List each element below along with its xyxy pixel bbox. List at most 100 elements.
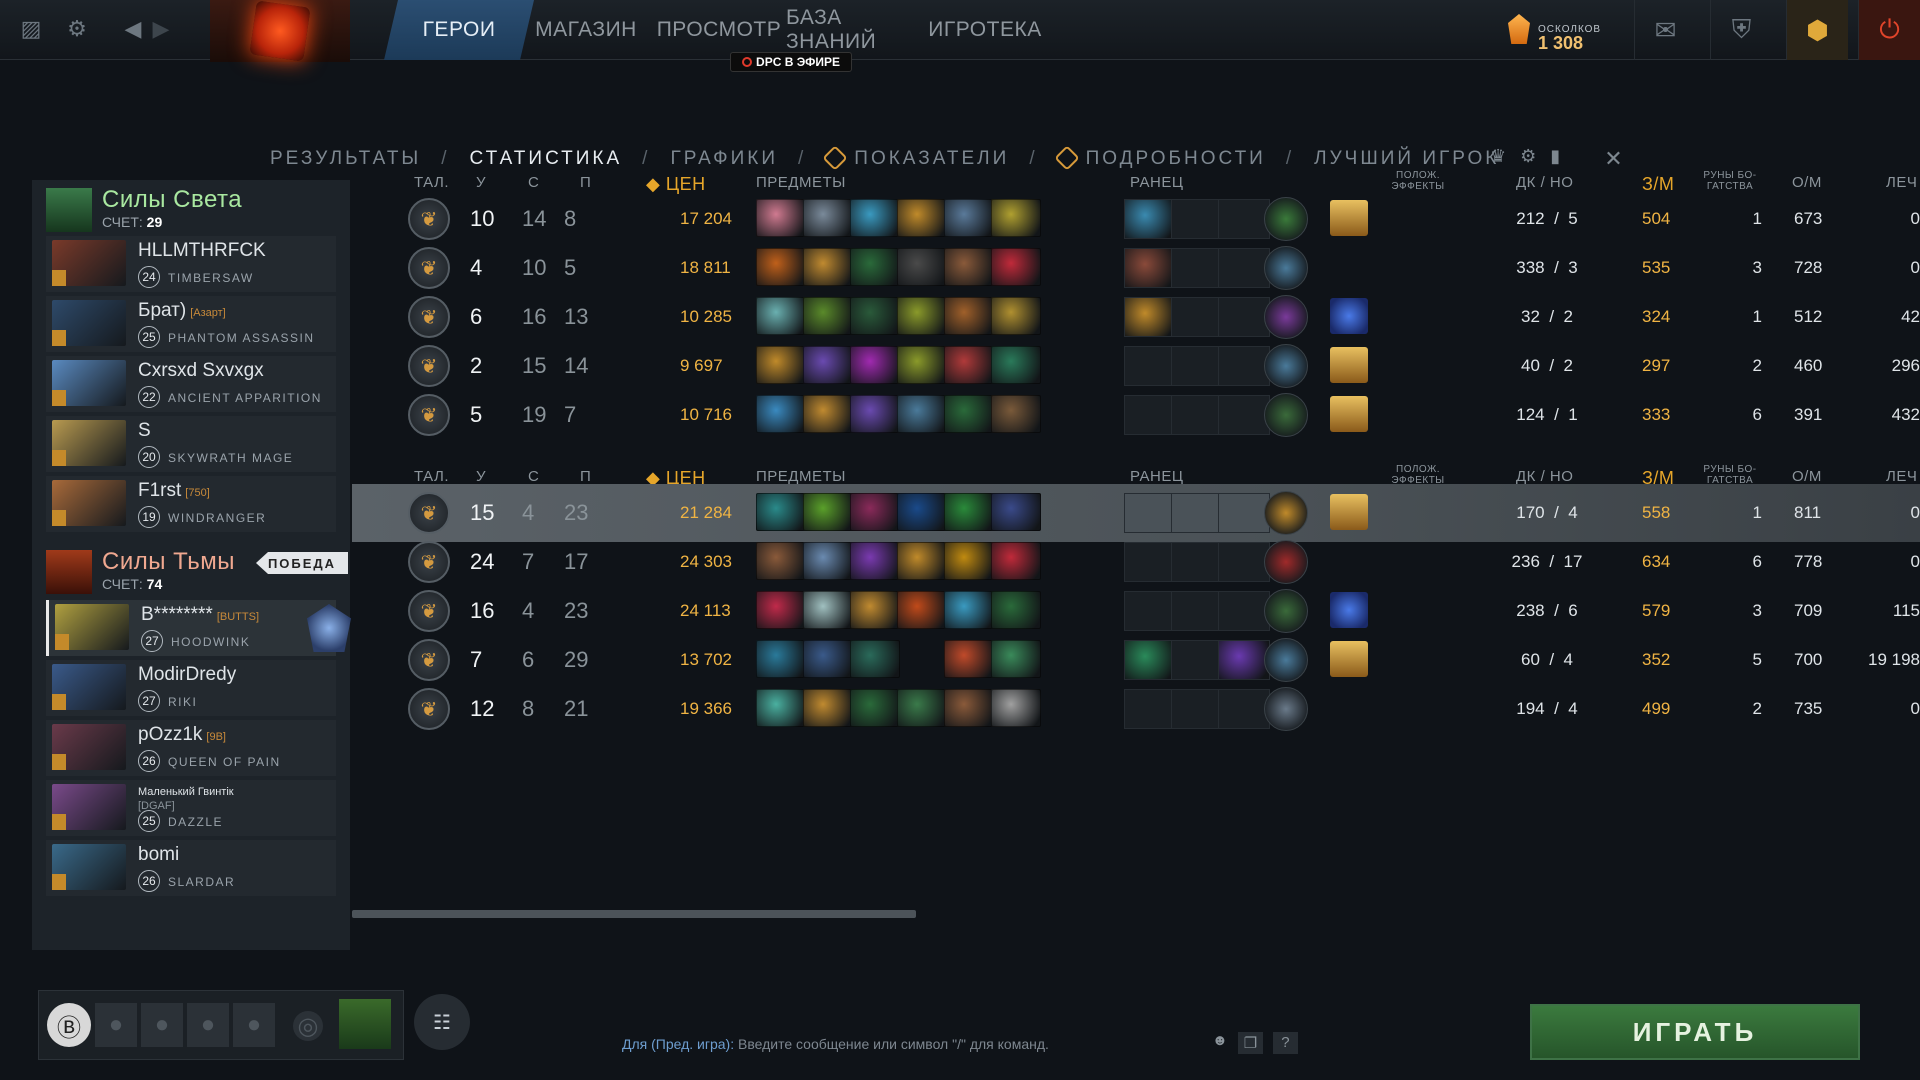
- party-slot-empty[interactable]: ●: [233, 1003, 275, 1047]
- dota-plus-icon[interactable]: ▨: [14, 12, 48, 46]
- item-icon[interactable]: [803, 689, 853, 727]
- item-icon[interactable]: [944, 346, 994, 384]
- subtab[interactable]: СТАТИСТИКА: [464, 148, 629, 170]
- item-icon[interactable]: [803, 542, 853, 580]
- mail-button[interactable]: ✉: [1634, 0, 1696, 60]
- item-icon[interactable]: [850, 199, 900, 237]
- item-icon[interactable]: [991, 640, 1041, 678]
- player-row[interactable]: B******** [BUTTS] 27 HOODWINK: [46, 600, 351, 656]
- item-icon[interactable]: [991, 689, 1041, 727]
- neutral-item-icon[interactable]: [1264, 491, 1308, 535]
- neutral-item-icon[interactable]: [1264, 540, 1308, 584]
- settings-icon[interactable]: ⚙: [1520, 146, 1536, 172]
- item-icon[interactable]: [803, 493, 853, 531]
- bruins-avatar[interactable]: Ⓑ: [47, 1003, 91, 1047]
- settings-gear-icon[interactable]: ⚙: [60, 12, 94, 46]
- nav-tab[interactable]: БАЗА ЗНАНИЙ: [786, 0, 920, 60]
- backpack-item-icon[interactable]: [1124, 297, 1176, 337]
- backpack-slot[interactable]: [1171, 395, 1223, 435]
- item-icon[interactable]: [991, 395, 1041, 433]
- backpack-slot[interactable]: [1171, 346, 1223, 386]
- subtab[interactable]: ПОДРОБНОСТИ: [1052, 145, 1272, 171]
- backpack-slot[interactable]: [1124, 689, 1176, 729]
- item-icon[interactable]: [803, 640, 853, 678]
- talent-tree-icon[interactable]: ❦: [408, 296, 450, 338]
- backpack-slot[interactable]: [1124, 395, 1176, 435]
- item-icon[interactable]: [897, 395, 947, 433]
- neutral-item-icon[interactable]: [1264, 344, 1308, 388]
- neutral-item-icon[interactable]: [1264, 246, 1308, 290]
- backpack-item-icon[interactable]: [1124, 248, 1176, 288]
- backpack-slot[interactable]: [1171, 542, 1223, 582]
- forward-arrow-icon[interactable]: ▶: [144, 12, 178, 46]
- item-icon[interactable]: [991, 542, 1041, 580]
- item-icon[interactable]: [944, 199, 994, 237]
- item-icon[interactable]: [756, 346, 806, 384]
- player-row[interactable]: pOzz1k [9B] 26 QUEEN OF PAIN: [46, 720, 336, 776]
- talent-tree-icon[interactable]: ❦: [408, 345, 450, 387]
- player-row[interactable]: Маленький Гвинтік [DGAF] 25 DAZZLE: [46, 780, 336, 836]
- item-icon[interactable]: [850, 542, 900, 580]
- neutral-item-icon[interactable]: [1264, 197, 1308, 241]
- backpack-slot[interactable]: [1218, 591, 1270, 631]
- item-icon[interactable]: [944, 591, 994, 629]
- item-icon[interactable]: [991, 199, 1041, 237]
- item-icon[interactable]: [944, 297, 994, 335]
- item-icon[interactable]: [803, 346, 853, 384]
- subtab[interactable]: РЕЗУЛЬТАТЫ: [264, 148, 427, 170]
- item-icon[interactable]: [897, 346, 947, 384]
- item-icon[interactable]: [850, 346, 900, 384]
- play-button[interactable]: ИГРАТЬ: [1530, 1004, 1860, 1060]
- subtab[interactable]: ЛУЧШИЙ ИГРОК: [1308, 148, 1505, 170]
- chat-input[interactable]: Для (Пред. игра): Введите сообщение или …: [622, 1036, 1049, 1052]
- player-row[interactable]: bomi 26 SLARDAR: [46, 840, 336, 896]
- aghanims-scepter-icon[interactable]: [1330, 347, 1368, 383]
- item-icon[interactable]: [803, 395, 853, 433]
- horizontal-scrollbar[interactable]: [352, 910, 916, 918]
- backpack-slot[interactable]: [1218, 346, 1270, 386]
- armory-button[interactable]: ⛨: [1710, 0, 1772, 60]
- item-icon[interactable]: [897, 248, 947, 286]
- backpack-slot[interactable]: [1218, 689, 1270, 729]
- backpack-slot[interactable]: [1171, 640, 1223, 680]
- backpack-slot[interactable]: [1124, 591, 1176, 631]
- item-icon[interactable]: [803, 248, 853, 286]
- neutral-item-icon[interactable]: [1264, 295, 1308, 339]
- window-icon[interactable]: ❐: [1237, 1032, 1264, 1054]
- talent-tree-icon[interactable]: ❦: [408, 688, 450, 730]
- aghanims-scepter-icon[interactable]: [1330, 494, 1368, 530]
- backpack-slot[interactable]: [1171, 689, 1223, 729]
- item-icon[interactable]: [756, 542, 806, 580]
- item-icon[interactable]: [897, 493, 947, 531]
- item-icon[interactable]: [756, 493, 806, 531]
- item-icon[interactable]: [850, 640, 900, 678]
- item-icon[interactable]: [756, 248, 806, 286]
- help-icon[interactable]: ?: [1273, 1032, 1298, 1054]
- item-icon[interactable]: [756, 395, 806, 433]
- dota-plus-button[interactable]: ⬢: [1786, 0, 1848, 60]
- item-icon[interactable]: [850, 248, 900, 286]
- item-icon[interactable]: [944, 248, 994, 286]
- party-slot-empty[interactable]: ●: [95, 1003, 137, 1047]
- party-slot-empty[interactable]: ●: [141, 1003, 183, 1047]
- nav-tab[interactable]: ГЕРОИ: [384, 0, 534, 60]
- backpack-slot[interactable]: [1171, 248, 1223, 288]
- item-icon[interactable]: [944, 689, 994, 727]
- item-icon[interactable]: [850, 493, 900, 531]
- dpc-live-badge[interactable]: DPC В ЭФИРЕ: [730, 52, 852, 72]
- hero-avatar[interactable]: [339, 999, 391, 1049]
- friends-icon[interactable]: ☷: [414, 994, 470, 1050]
- item-icon[interactable]: [756, 591, 806, 629]
- item-icon[interactable]: [850, 689, 900, 727]
- aghanims-scepter-icon[interactable]: [1330, 396, 1368, 432]
- item-icon[interactable]: [803, 297, 853, 335]
- close-icon[interactable]: ✕: [1604, 146, 1622, 172]
- item-icon[interactable]: [944, 542, 994, 580]
- item-icon[interactable]: [756, 199, 806, 237]
- item-icon[interactable]: [991, 591, 1041, 629]
- item-icon[interactable]: [850, 395, 900, 433]
- neutral-item-icon[interactable]: [1264, 589, 1308, 633]
- backpack-slot[interactable]: [1124, 346, 1176, 386]
- item-icon[interactable]: [803, 199, 853, 237]
- item-icon[interactable]: [991, 493, 1041, 531]
